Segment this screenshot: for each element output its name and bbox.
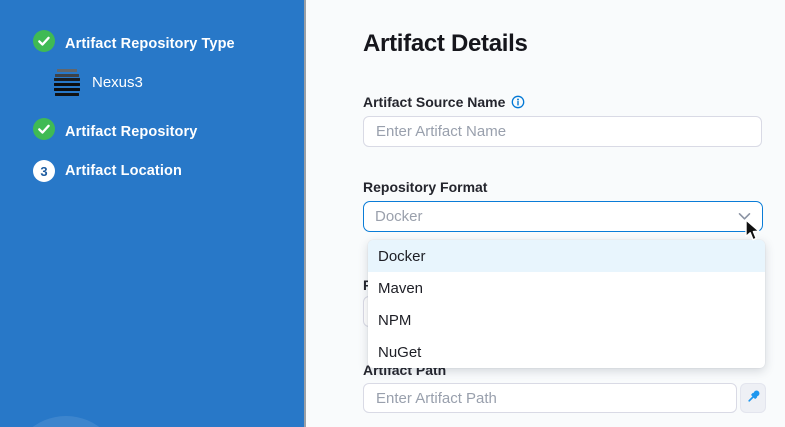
repository-format-select[interactable]: Docker xyxy=(363,201,763,232)
page-title: Artifact Details xyxy=(363,30,528,58)
field-label-text: Artifact Source Name xyxy=(363,94,505,110)
sidebar-item-artifact-repository[interactable]: Artifact Repository xyxy=(33,118,197,145)
step-label: Artifact Repository Type xyxy=(65,36,235,52)
field-label-text: Repository Format xyxy=(363,179,487,195)
sidebar-item-artifact-repository-type[interactable]: Artifact Repository Type xyxy=(33,30,235,57)
artifact-name-input[interactable] xyxy=(363,116,762,147)
decorative-circle xyxy=(10,416,122,427)
pin-icon xyxy=(745,388,762,408)
pin-button[interactable] xyxy=(740,383,766,413)
artifact-path-input[interactable] xyxy=(363,383,737,413)
dropdown-option-maven[interactable]: Maven xyxy=(368,272,765,304)
dropdown-option-nuget[interactable]: NuGet xyxy=(368,336,765,368)
check-circle-icon xyxy=(33,118,55,145)
nexus3-logo-icon xyxy=(53,69,80,96)
step-label: Artifact Location xyxy=(65,163,182,179)
dropdown-option-docker[interactable]: Docker xyxy=(368,240,765,272)
artifact-source-name-label: Artifact Source Name xyxy=(363,94,525,110)
sidebar-divider xyxy=(304,0,306,427)
sidebar-item-artifact-location[interactable]: 3 Artifact Location xyxy=(33,160,182,182)
repository-format-label: Repository Format xyxy=(363,179,487,195)
wizard-sidebar: Artifact Repository Type Nexus3 Artifact… xyxy=(0,0,304,427)
step-number-badge: 3 xyxy=(33,160,55,182)
repository-format-dropdown: Docker Maven NPM NuGet xyxy=(368,240,765,368)
check-circle-icon xyxy=(33,30,55,57)
info-icon[interactable] xyxy=(511,95,525,109)
dropdown-option-npm[interactable]: NPM xyxy=(368,304,765,336)
step-label: Artifact Repository xyxy=(65,124,197,140)
selected-value: Docker xyxy=(375,208,738,225)
sidebar-item-nexus3[interactable]: Nexus3 xyxy=(53,69,143,96)
substep-label: Nexus3 xyxy=(92,74,143,91)
chevron-down-icon xyxy=(738,212,751,221)
artifact-details-wizard: Artifact Repository Type Nexus3 Artifact… xyxy=(0,0,785,427)
